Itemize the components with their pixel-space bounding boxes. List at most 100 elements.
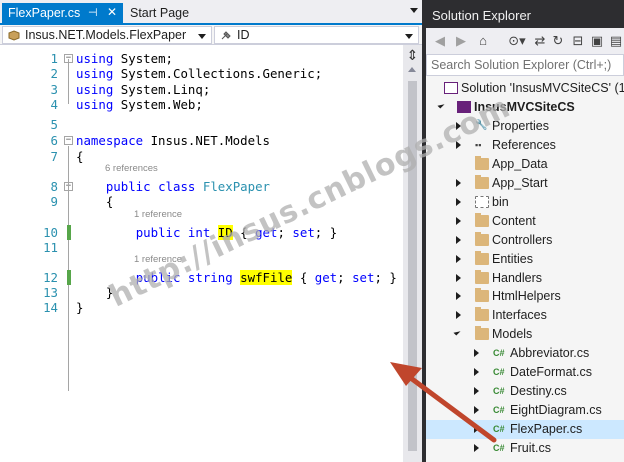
code-line: 5 [0,117,403,132]
code-line: 4 using System.Web; [0,97,403,112]
folder-icon [475,174,489,189]
keyword-token: using [76,97,114,112]
split-icon[interactable]: ⇕ [405,48,420,62]
line-number: 14 [43,300,58,315]
highlighted-token: swfFile [240,270,293,285]
tab-list-dropdown-icon[interactable] [410,8,418,13]
tree-node[interactable]: C# Destiny.cs [426,382,624,401]
sync-icon[interactable]: ⇄ [532,32,548,50]
code-text: { [76,149,83,164]
collapsed-arrow-icon[interactable] [474,349,479,358]
tree-node[interactable]: Content [426,212,624,231]
solution-explorer-title: Solution Explorer [426,0,624,28]
tab-start-page[interactable]: Start Page [124,3,214,25]
member-dropdown[interactable]: ID [214,26,419,44]
pending-changes-filter-icon[interactable]: ⊙▾ [504,32,530,50]
expanded-arrow-icon[interactable] [437,101,445,109]
tree-node[interactable]: C# Abbreviator.cs [426,344,624,363]
tree-node[interactable]: C# FlexPaper.cs [426,420,624,440]
tree-node[interactable]: Controllers [426,231,624,250]
tree-node[interactable]: C# Fruit.cs [426,439,624,458]
code-line: 3 using System.Linq; [0,82,403,97]
tree-node[interactable]: Interfaces [426,306,624,325]
solution-search-input[interactable]: Search Solution Explorer (Ctrl+;) [426,54,624,76]
keyword-token: set [352,270,375,285]
back-icon[interactable]: ◀ [432,32,448,50]
tree-node-label: bin [492,194,509,209]
references-icon: ▪▪ [475,139,482,150]
class-dropdown-value: Insus.NET.Models.FlexPaper [25,28,187,42]
collapse-all-icon[interactable]: ⊟ [570,32,586,50]
close-icon[interactable]: ✕ [107,5,117,19]
tree-node[interactable]: Entities [426,250,624,269]
code-text: public class FlexPaper [76,179,270,194]
codelens-references[interactable]: 6 references [105,163,158,177]
tree-node[interactable]: Models [426,325,624,344]
collapsed-arrow-icon[interactable] [456,197,461,206]
tree-node[interactable]: C# DateFormat.cs [426,363,624,382]
home-icon[interactable]: ⌂ [474,32,492,50]
tree-node[interactable]: App_Data [426,155,624,174]
collapsed-arrow-icon[interactable] [456,235,461,244]
tree-node[interactable]: HtmlHelpers [426,287,624,306]
scroll-up-icon[interactable] [408,67,416,72]
collapsed-arrow-icon[interactable] [474,425,479,434]
code-token: System.Web; [113,97,203,112]
collapsed-arrow-icon[interactable] [474,368,479,377]
code-line: 1− using System; [0,51,403,66]
code-token: System.Collections.Generic; [113,66,323,81]
line-number: 4 [50,97,58,112]
collapsed-arrow-icon[interactable] [474,444,479,453]
properties-icon[interactable]: ▤ [608,32,624,50]
csharp-file-icon: C# [493,424,505,435]
pin-icon[interactable]: ⊣ [88,6,98,19]
tree-node[interactable]: App_Start [426,174,624,193]
expanded-arrow-icon[interactable] [453,328,461,336]
folder-icon [475,269,489,284]
tree-node[interactable]: Handlers [426,269,624,288]
tree-node-label: App_Data [492,156,548,171]
collapsed-arrow-icon[interactable] [474,387,479,396]
open-folder-icon [475,326,489,341]
code-line: 2 using System.Collections.Generic; [0,66,403,81]
tree-node-label: References [492,137,556,152]
class-icon [8,30,20,41]
line-number: 2 [50,66,58,81]
change-indicator [67,270,71,285]
codelens-references[interactable]: 1 reference [134,209,182,223]
collapsed-arrow-icon[interactable] [474,406,479,415]
collapsed-arrow-icon[interactable] [456,292,461,301]
code-text: } [76,300,83,315]
collapsed-arrow-icon[interactable] [456,178,461,187]
keyword-token: class [158,179,196,194]
tree-node[interactable]: Solution 'InsusMVCSiteCS' (1 [426,79,624,98]
refresh-icon[interactable]: ↻ [550,32,566,50]
property-icon [221,31,231,40]
collapsed-arrow-icon[interactable] [456,254,461,263]
collapsed-arrow-icon[interactable] [456,311,461,320]
show-all-files-icon[interactable]: ▣ [589,32,605,50]
type-token: FlexPaper [202,179,270,194]
code-text: namespace Insus.NET.Models [76,133,270,148]
tree-node-label: Fruit.cs [510,441,551,456]
code-line: 7{ [0,149,403,164]
class-dropdown[interactable]: Insus.NET.Models.FlexPaper [2,26,212,44]
tree-node[interactable]: bin [426,193,624,212]
collapsed-arrow-icon[interactable] [456,216,461,225]
code-token: System; [113,51,173,66]
keyword-token: namespace [76,133,144,148]
collapsed-arrow-icon[interactable] [456,273,461,282]
line-number: 12 [43,270,58,285]
vertical-scrollbar[interactable]: ⇕ [403,45,422,462]
forward-icon[interactable]: ▶ [453,32,469,50]
folder-icon [475,231,489,246]
tree-node-label: Entities [492,251,533,266]
tab-flexpaper-cs[interactable]: FlexPaper.cs ⊣ ✕ [2,3,123,25]
collapse-outline-icon[interactable]: − [64,136,73,145]
solution-explorer: Solution Explorer ◀ ▶ ⌂ ⊙▾ ⇄ ↻ ⊟ ▣ ▤ Sea… [426,0,624,462]
member-dropdown-value: ID [237,28,250,42]
tree-node[interactable]: C# EightDiagram.cs [426,401,624,420]
code-text: using System.Collections.Generic; [76,66,322,81]
csharp-file-icon: C# [493,386,505,397]
